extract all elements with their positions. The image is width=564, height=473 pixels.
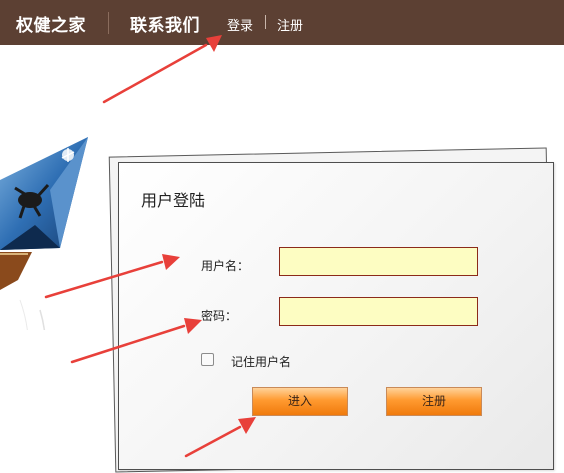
plane-wing-upper [0,137,88,250]
site-brand[interactable]: 权健之家 [16,11,86,36]
register-button[interactable]: 注册 [386,387,482,416]
top-navigation-bar: 权健之家 联系我们 登录 注册 [0,0,564,45]
nav-register-link[interactable]: 注册 [277,15,303,34]
enter-button[interactable]: 进入 [252,387,348,416]
username-input[interactable] [279,247,478,276]
nav-login-link[interactable]: 登录 [227,15,253,34]
username-label: 用户名： [201,259,250,273]
remember-username-checkbox[interactable] [201,353,214,366]
contact-us-link[interactable]: 联系我们 [130,11,200,36]
login-title: 用户登陆 [141,191,206,210]
plane-wing-lower [0,252,32,290]
password-input[interactable] [279,297,478,326]
arrow-to-login-link [102,35,222,104]
brand-divider [108,12,109,34]
password-label: 密码： [201,309,238,323]
remember-username-label[interactable]: 记住用户名 [231,353,291,370]
paper-plane-graphic [0,137,88,330]
login-card: 用户登陆 用户名： 密码： 记住用户名 进入 注册 [118,162,554,470]
nav-separator [265,15,266,29]
